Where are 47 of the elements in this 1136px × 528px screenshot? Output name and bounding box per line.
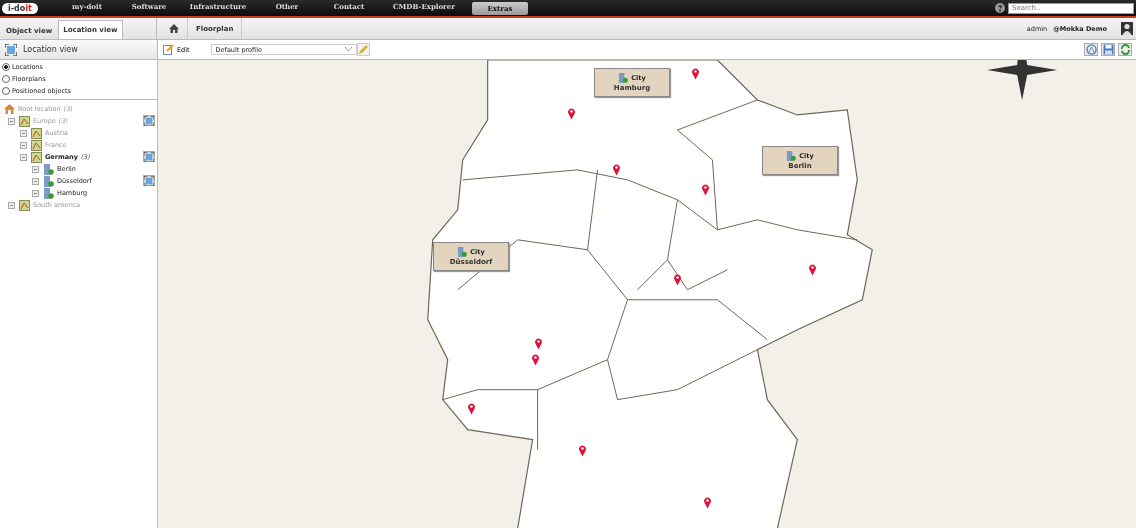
map-pin-icon bbox=[807, 262, 817, 276]
save-button[interactable] bbox=[1101, 43, 1115, 56]
help-icon[interactable] bbox=[995, 3, 1005, 13]
map-icon bbox=[31, 139, 42, 151]
locate-map-button[interactable] bbox=[1084, 43, 1098, 56]
panel-title: Location view bbox=[23, 45, 78, 54]
map-pin-icon bbox=[533, 336, 543, 350]
map-icon bbox=[31, 127, 42, 139]
expand-icon[interactable] bbox=[20, 153, 27, 161]
caret-icon bbox=[344, 47, 352, 52]
map-icon bbox=[31, 151, 42, 163]
map-pin-icon bbox=[577, 443, 587, 457]
logo[interactable]: i-doit bbox=[2, 2, 38, 14]
map-icon bbox=[19, 199, 30, 211]
refresh-button[interactable] bbox=[1118, 43, 1132, 56]
map-pin-icon bbox=[611, 162, 621, 176]
expand-icon[interactable] bbox=[20, 129, 27, 137]
radio-button[interactable] bbox=[2, 63, 10, 71]
expand-icon[interactable] bbox=[32, 165, 39, 173]
user-avatar-icon[interactable] bbox=[1121, 22, 1133, 35]
map-pin-icon bbox=[672, 272, 682, 286]
expand-icon[interactable] bbox=[8, 201, 15, 209]
building-icon bbox=[618, 73, 629, 83]
building-icon bbox=[43, 163, 54, 175]
map-pin-icon bbox=[530, 352, 540, 366]
expand-icon[interactable] bbox=[8, 117, 15, 125]
map-pin-icon bbox=[566, 106, 576, 120]
map-pin-icon bbox=[702, 495, 712, 509]
building-icon bbox=[43, 175, 54, 187]
home-icon[interactable] bbox=[169, 24, 179, 33]
radio-button[interactable] bbox=[2, 87, 10, 95]
expand-icon[interactable] bbox=[32, 189, 39, 197]
building-icon bbox=[786, 151, 797, 161]
map-pin-icon bbox=[700, 182, 710, 196]
locate-button[interactable] bbox=[143, 115, 155, 126]
map-pin-icon bbox=[466, 401, 476, 415]
expand-icon[interactable] bbox=[20, 141, 27, 149]
location-view-icon bbox=[5, 43, 17, 56]
house-icon bbox=[4, 104, 15, 114]
map-icon bbox=[19, 115, 30, 127]
building-icon bbox=[457, 247, 468, 257]
radio-button[interactable] bbox=[2, 75, 10, 83]
map-pin-icon bbox=[690, 66, 700, 80]
locate-button[interactable] bbox=[143, 175, 155, 186]
expand-icon[interactable] bbox=[32, 177, 39, 185]
locate-button[interactable] bbox=[143, 151, 155, 162]
building-icon bbox=[43, 187, 54, 199]
